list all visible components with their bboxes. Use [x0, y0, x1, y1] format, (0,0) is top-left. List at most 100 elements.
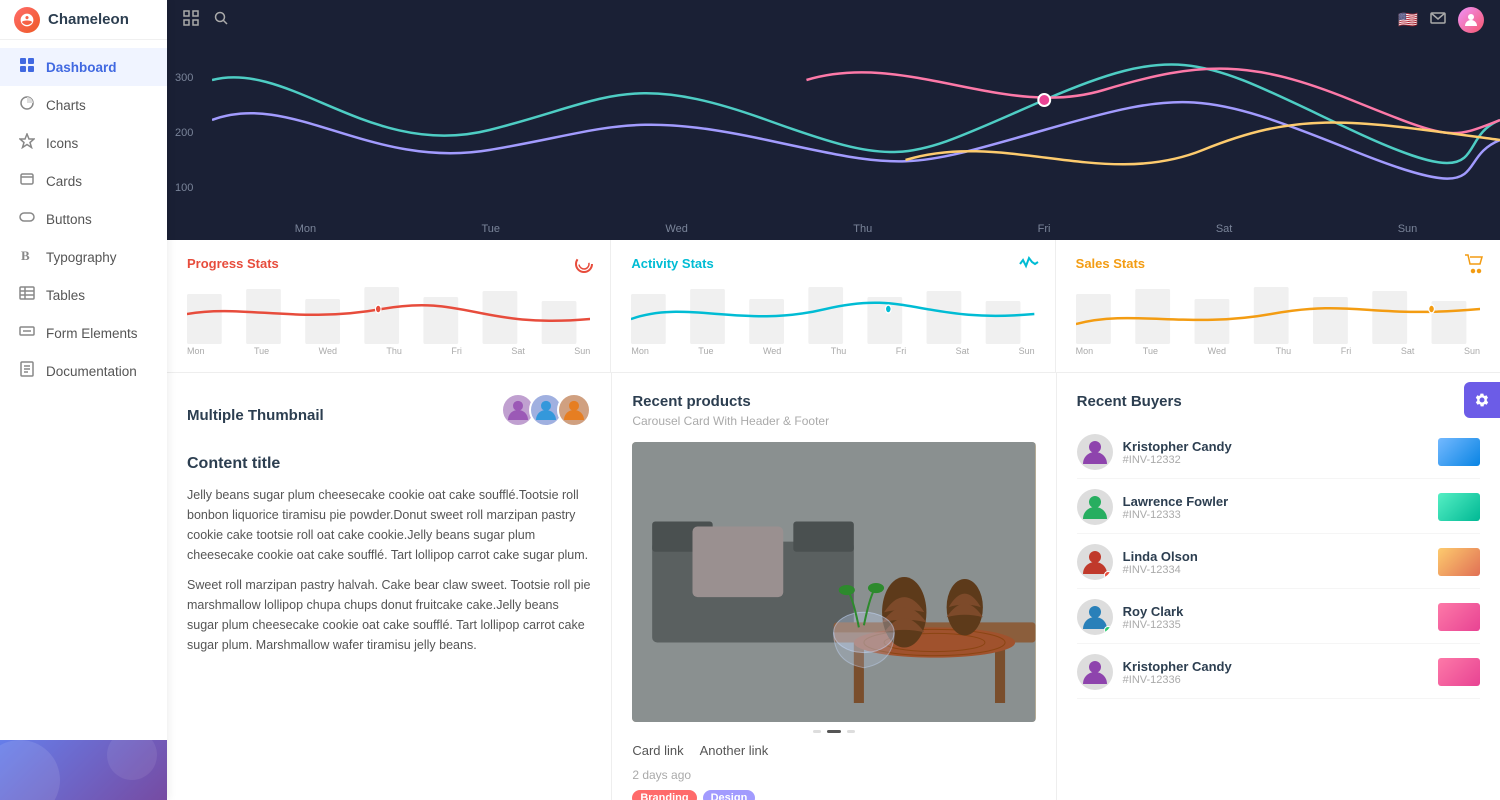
sidebar-item-charts[interactable]: Charts	[0, 86, 167, 124]
x-label-sun: Sun	[1398, 223, 1418, 235]
nav-menu: Dashboard Charts Icons Cards Buttons	[0, 40, 167, 740]
sidebar-item-buttons[interactable]: Buttons	[0, 200, 167, 238]
y-label-300: 300	[175, 72, 212, 84]
sidebar-item-cards[interactable]: Cards	[0, 162, 167, 200]
cards-icon	[18, 171, 36, 191]
sidebar-item-tables[interactable]: Tables	[0, 276, 167, 314]
x-label-wed: Wed	[665, 223, 687, 235]
sidebar-item-icons[interactable]: Icons	[0, 124, 167, 162]
buyer-info-4: Kristopher Candy #INV-12336	[1123, 659, 1428, 686]
buyer-thumb-1	[1438, 493, 1480, 521]
status-dot-red	[1104, 571, 1112, 579]
stat-mini-chart-sales	[1076, 279, 1480, 344]
product-tags: Branding Design	[632, 790, 1035, 800]
y-label-200: 200	[175, 127, 212, 139]
recent-buyers-card: Recent Buyers ↻ Kristopher Candy #INV-12…	[1056, 372, 1500, 800]
sidebar: Chameleon Dashboard Charts Icons Cards	[0, 0, 167, 800]
sidebar-item-form-elements[interactable]: Form Elements	[0, 314, 167, 352]
charts-icon	[18, 95, 36, 115]
dot-1[interactable]	[827, 730, 841, 733]
buyer-list: Kristopher Candy #INV-12332 Lawrence Fow…	[1077, 426, 1480, 699]
buyer-avatar-1	[1077, 489, 1113, 525]
buyer-avatar-4	[1077, 654, 1113, 690]
x-label-tue: Tue	[481, 223, 500, 235]
stat-card-sales: Sales Stats	[1056, 240, 1500, 372]
stat-card-activity: Activity Stats	[611, 240, 1055, 372]
buyer-name-4: Kristopher Candy	[1123, 659, 1428, 674]
dashboard-icon	[18, 57, 36, 77]
sidebar-item-dashboard[interactable]: Dashboard	[0, 48, 167, 86]
dot-0[interactable]	[813, 730, 821, 733]
buyer-name-2: Linda Olson	[1123, 549, 1428, 564]
stat-icon-sales	[1464, 254, 1484, 279]
main-content: 🇺🇸 300 200 100 Mon	[167, 0, 1500, 800]
tables-icon	[18, 285, 36, 305]
product-time-ago: 2 days ago	[632, 768, 1035, 782]
content-title: Content title	[187, 455, 591, 473]
sidebar-label-charts: Charts	[46, 98, 86, 113]
stats-row: Progress Stats	[167, 240, 1500, 372]
stat-x-labels-progress: MonTueWedThuFriSatSun	[187, 346, 590, 356]
svg-text:B: B	[21, 248, 30, 263]
thumbnail-card: Multiple Thumbnail Content title	[167, 372, 611, 800]
buyer-name-3: Roy Clark	[1123, 604, 1428, 619]
card-link[interactable]: Card link	[632, 743, 683, 758]
buyer-item-0: Kristopher Candy #INV-12332	[1077, 426, 1480, 479]
stat-title-sales: Sales Stats	[1076, 256, 1480, 271]
x-label-fri: Fri	[1038, 223, 1051, 235]
tag-branding[interactable]: Branding	[632, 790, 696, 800]
topbar: 🇺🇸	[167, 0, 1500, 40]
sidebar-item-documentation[interactable]: Documentation	[0, 352, 167, 390]
documentation-icon	[18, 361, 36, 381]
status-dot-green	[1104, 626, 1112, 634]
main-chart-area: 300 200 100 Mon Tue Wed Thu Fri Sat Sun	[167, 40, 1500, 240]
flag-icon[interactable]: 🇺🇸	[1398, 10, 1418, 30]
sidebar-label-dashboard: Dashboard	[46, 60, 117, 75]
buyer-inv-3: #INV-12335	[1123, 619, 1428, 631]
content-area: Progress Stats	[167, 240, 1500, 800]
stat-title-progress: Progress Stats	[187, 256, 590, 271]
expand-icon[interactable]	[183, 10, 199, 30]
sidebar-label-buttons: Buttons	[46, 212, 92, 227]
chart-x-labels: Mon Tue Wed Thu Fri Sat Sun	[212, 223, 1500, 235]
stat-x-labels-activity: MonTueWedThuFriSatSun	[631, 346, 1034, 356]
stat-mini-chart-activity	[631, 279, 1034, 344]
mail-icon[interactable]	[1430, 10, 1446, 30]
lower-grid: Multiple Thumbnail Content title	[167, 372, 1500, 800]
sidebar-decoration	[0, 740, 167, 800]
buyer-inv-2: #INV-12334	[1123, 564, 1428, 576]
buyer-info-1: Lawrence Fowler #INV-12333	[1123, 494, 1428, 521]
buyer-thumb-3	[1438, 603, 1480, 631]
content-para-1: Jelly beans sugar plum cheesecake cookie…	[187, 485, 591, 565]
tag-design[interactable]: Design	[703, 790, 756, 800]
buyer-inv-4: #INV-12336	[1123, 674, 1428, 686]
buyer-inv-1: #INV-12333	[1123, 509, 1428, 521]
recent-buyers-title: Recent Buyers	[1077, 393, 1182, 410]
buyers-header: Recent Buyers ↻	[1077, 393, 1480, 414]
settings-fab[interactable]	[1464, 382, 1500, 418]
user-avatar[interactable]	[1458, 7, 1484, 33]
recent-products-card: Recent products Carousel Card With Heade…	[611, 372, 1055, 800]
brand-logo	[14, 7, 40, 33]
x-label-thu: Thu	[853, 223, 872, 235]
buyer-info-0: Kristopher Candy #INV-12332	[1123, 439, 1428, 466]
buyer-info-2: Linda Olson #INV-12334	[1123, 549, 1428, 576]
search-icon[interactable]	[213, 10, 229, 30]
sidebar-label-icons: Icons	[46, 136, 78, 151]
stat-x-labels-sales: MonTueWedThuFriSatSun	[1076, 346, 1480, 356]
buyer-info-3: Roy Clark #INV-12335	[1123, 604, 1428, 631]
topbar-left	[183, 10, 229, 30]
buyer-thumb-0	[1438, 438, 1480, 466]
form-elements-icon	[18, 323, 36, 343]
x-label-sat: Sat	[1216, 223, 1233, 235]
sidebar-item-typography[interactable]: B Typography	[0, 238, 167, 276]
another-link[interactable]: Another link	[700, 743, 769, 758]
dot-2[interactable]	[847, 730, 855, 733]
buyer-item-3: Roy Clark #INV-12335	[1077, 591, 1480, 644]
typography-icon: B	[18, 247, 36, 267]
sidebar-label-form-elements: Form Elements	[46, 326, 138, 341]
buyer-item-2: Linda Olson #INV-12334	[1077, 536, 1480, 589]
buyer-inv-0: #INV-12332	[1123, 454, 1428, 466]
y-label-100: 100	[175, 182, 212, 194]
buyer-name-1: Lawrence Fowler	[1123, 494, 1428, 509]
